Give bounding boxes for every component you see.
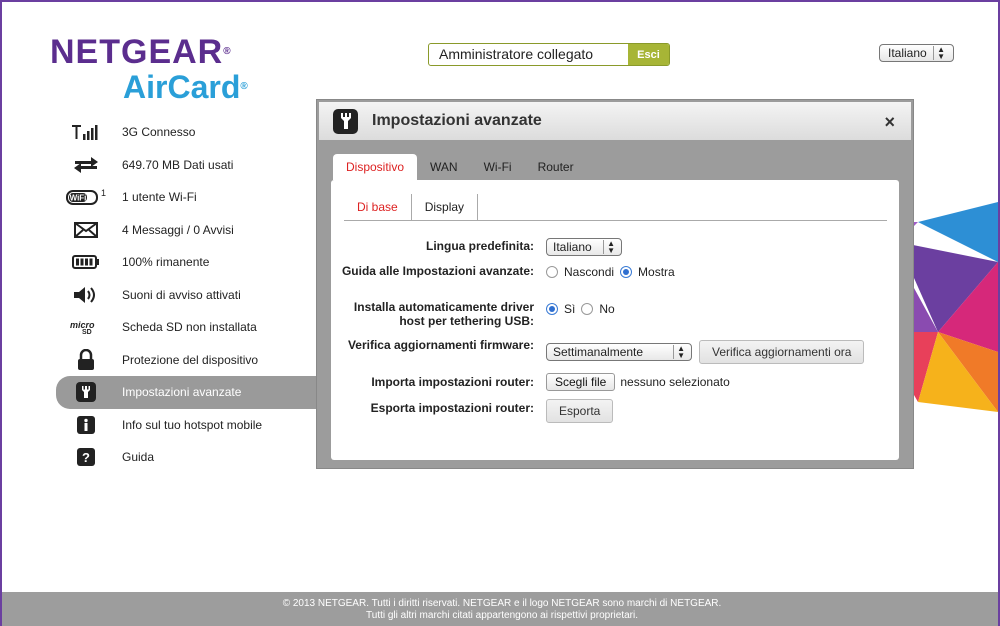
sidebar-item-security[interactable]: Protezione del dispositivo [56, 344, 318, 377]
lock-icon [56, 348, 116, 371]
sidebar-item-sounds[interactable]: Suoni di avviso attivati [56, 279, 318, 312]
updown-arrows-icon: ▲ ▼ [603, 240, 615, 255]
sidebar-item-info[interactable]: Info sul tuo hotspot mobile [56, 409, 318, 442]
sidebar-item-help[interactable]: ? Guida [56, 441, 318, 474]
language-select[interactable]: Italiano ▲ ▼ [879, 44, 954, 62]
sidebar-item-data[interactable]: 649.70 MB Dati usati [56, 149, 318, 182]
driver-yes-label: Sì [564, 302, 576, 316]
sidebar-item-wifi[interactable]: WiFi 1 1 utente Wi-Fi [56, 181, 318, 214]
login-status: Amministratore collegato Esci [428, 43, 670, 66]
guide-hide-radio[interactable] [546, 266, 558, 278]
envelope-icon [56, 221, 116, 238]
battery-icon [56, 255, 116, 270]
wrench-icon [333, 108, 358, 134]
data-transfer-icon [56, 156, 116, 174]
guide-show-radio[interactable] [620, 266, 633, 278]
footer-trademarks: Tutti gli altri marchi citati appartengo… [366, 610, 638, 621]
export-button[interactable]: Esporta [546, 399, 614, 423]
app-frame: NETGEAR® AirCard® Amministratore collega… [0, 0, 1000, 626]
sidebar-item-battery[interactable]: 100% rimanente [56, 246, 318, 279]
sidebar-item-label: 649.70 MB Dati usati [122, 157, 234, 172]
dialog-title: Impostazioni avanzate [372, 112, 542, 129]
microsd-icon: micro SD [56, 320, 116, 334]
svg-text:1: 1 [101, 188, 106, 198]
close-icon[interactable]: × [884, 112, 895, 133]
footer: © 2013 NETGEAR. Tutti i diritti riservat… [2, 592, 998, 626]
subtabs: Di base Display [344, 194, 887, 221]
check-updates-button[interactable]: Verifica aggiornamenti ora [699, 340, 865, 364]
logo-aircard: AirCard® [123, 69, 248, 105]
firmware-check-label: Verifica aggiornamenti firmware: [347, 338, 534, 352]
tab-device[interactable]: Dispositivo [333, 154, 418, 180]
updown-arrows-icon: ▲ ▼ [933, 46, 945, 61]
driver-no-label: No [599, 302, 615, 316]
settings-guide-label: Guida alle Impostazioni avanzate: [341, 264, 534, 278]
svg-text:SD: SD [82, 329, 92, 334]
driver-no-radio[interactable] [581, 303, 594, 315]
sidebar-item-label: 100% rimanente [122, 255, 210, 270]
tab-wifi[interactable]: Wi-Fi [471, 154, 525, 180]
sidebar-item-label: Scheda SD non installata [122, 320, 257, 335]
guide-hide-label: Nascondi [564, 265, 615, 279]
sidebar-item-label: Guida [122, 450, 155, 465]
netgear-aircard-logo: NETGEAR® AirCard® [50, 34, 248, 104]
logo-netgear: NETGEAR® [50, 33, 232, 71]
guide-show-label: Mostra [638, 265, 675, 279]
export-settings-label: Esporta impostazioni router: [370, 401, 534, 415]
tab-wan[interactable]: WAN [417, 154, 471, 180]
sidebar: 3G Connesso 649.70 MB Dati usati WiFi 1 1… [56, 116, 318, 474]
advanced-settings-dialog: Impostazioni avanzate × Dispositivo WAN … [316, 99, 914, 469]
speaker-icon [56, 285, 116, 305]
wifi-icon: WiFi 1 [56, 188, 116, 206]
default-language-label: Lingua predefinita: [426, 239, 534, 253]
footer-copyright: © 2013 NETGEAR. Tutti i diritti riservat… [282, 598, 722, 609]
choose-file-button[interactable]: Scegli file [546, 373, 616, 391]
firmware-frequency-value: Settimanalmente [553, 345, 644, 359]
sidebar-item-advanced-settings[interactable]: Impostazioni avanzate [56, 376, 318, 409]
sidebar-item-label: 4 Messaggi / 0 Avvisi [122, 222, 234, 237]
svg-text:?: ? [82, 450, 90, 465]
sidebar-item-label: 3G Connesso [122, 125, 196, 140]
subtab-basic[interactable]: Di base [344, 194, 412, 220]
default-language-select[interactable]: Italiano ▲ ▼ [546, 238, 622, 256]
import-settings-label: Importa impostazioni router: [371, 375, 534, 389]
dialog-header: Impostazioni avanzate × [317, 100, 913, 142]
tab-router[interactable]: Router [525, 154, 587, 180]
settings-panel: Di base Display Lingua predefinita: Ital… [331, 180, 899, 460]
default-language-value: Italiano [553, 240, 592, 254]
subtab-display[interactable]: Display [412, 194, 479, 220]
sidebar-item-label: 1 utente Wi-Fi [122, 190, 197, 205]
usb-driver-label: Installa automaticamente driver host per… [353, 300, 534, 328]
sidebar-item-messages[interactable]: 4 Messaggi / 0 Avvisi [56, 214, 318, 247]
sidebar-item-sd-card[interactable]: micro SD Scheda SD non installata [56, 311, 318, 344]
sidebar-item-label: Suoni di avviso attivati [122, 287, 241, 302]
help-icon: ? [56, 448, 116, 467]
sidebar-item-label: Info sul tuo hotspot mobile [122, 417, 263, 432]
sidebar-item-label: Impostazioni avanzate [122, 385, 242, 400]
firmware-frequency-select[interactable]: Settimanalmente ▲ ▼ [546, 343, 692, 361]
info-icon [56, 415, 116, 434]
sidebar-item-connection[interactable]: 3G Connesso [56, 116, 318, 149]
updown-arrows-icon: ▲ ▼ [673, 345, 685, 360]
dialog-tabs: Dispositivo WAN Wi-Fi Router [333, 154, 587, 180]
svg-text:WiFi: WiFi [70, 194, 87, 203]
file-status: nessuno selezionato [620, 375, 730, 389]
language-select-value: Italiano [888, 46, 927, 60]
logout-button[interactable]: Esci [628, 44, 669, 65]
wrench-icon [56, 382, 116, 403]
signal-icon [56, 124, 116, 141]
driver-yes-radio[interactable] [546, 303, 558, 315]
login-status-text: Amministratore collegato [439, 46, 594, 62]
sidebar-item-label: Protezione del dispositivo [122, 352, 259, 367]
